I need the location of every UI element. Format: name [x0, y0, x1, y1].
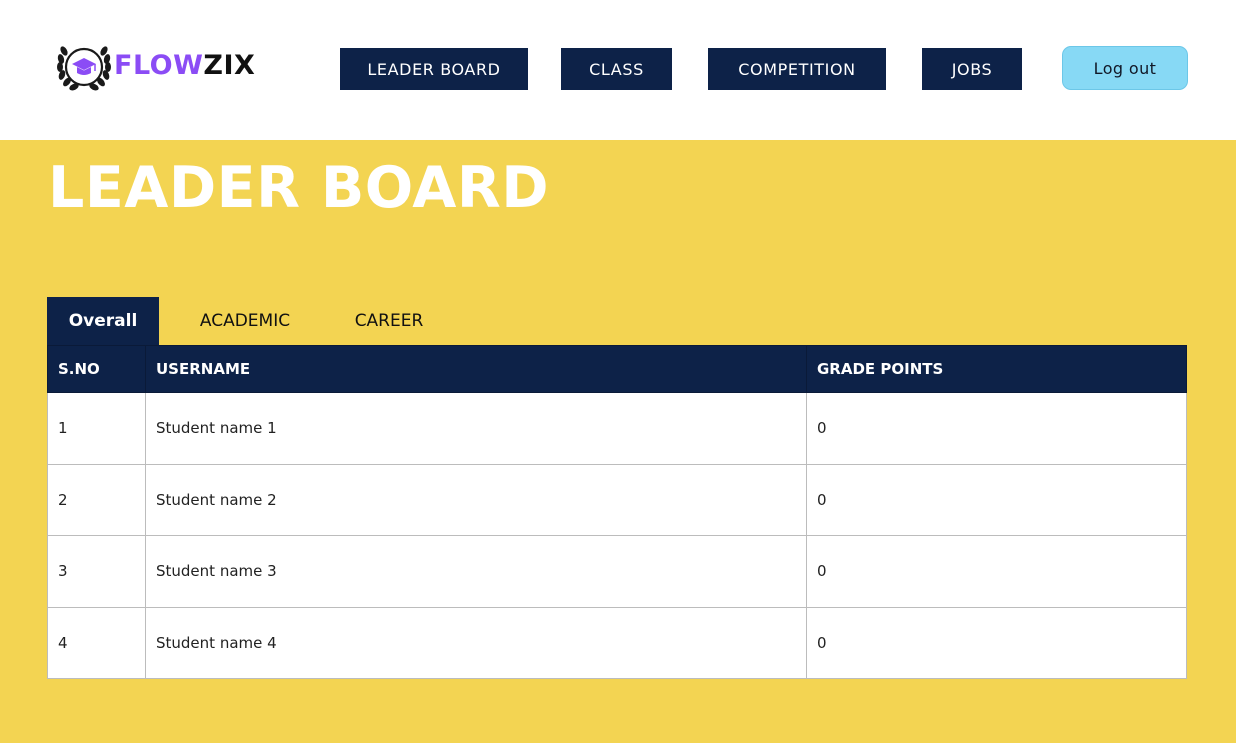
- cell-sno: 3: [47, 535, 146, 608]
- graduation-cap-laurel-icon: [57, 46, 111, 91]
- top-header: FLOWZIX LEADER BOARD CLASS COMPETITION J…: [0, 0, 1236, 140]
- table-row[interactable]: 1 Student name 1 0: [47, 392, 1187, 465]
- cell-grade-points: 0: [806, 463, 1187, 536]
- cell-username: Student name 2: [145, 463, 807, 536]
- tab-academic[interactable]: ACADEMIC: [187, 297, 303, 345]
- tab-career[interactable]: CAREER: [339, 297, 439, 345]
- cell-grade-points: 0: [806, 535, 1187, 608]
- cell-sno: 2: [47, 463, 146, 536]
- brand-logo[interactable]: FLOWZIX: [56, 38, 255, 92]
- nav-competition-button[interactable]: COMPETITION: [708, 48, 886, 90]
- page-title: LEADER BOARD: [48, 155, 550, 221]
- table-header-row: S.NO USERNAME GRADE POINTS: [47, 345, 1187, 393]
- brand-wordmark-part2: ZIX: [203, 49, 256, 81]
- cell-grade-points: 0: [806, 606, 1187, 679]
- nav-class-button[interactable]: CLASS: [561, 48, 672, 90]
- column-header-sno[interactable]: S.NO: [47, 345, 146, 393]
- cell-grade-points: 0: [806, 392, 1187, 465]
- tab-overall[interactable]: Overall: [47, 297, 159, 345]
- brand-wordmark-part1: FLOW: [114, 49, 204, 81]
- cell-username: Student name 1: [145, 392, 807, 465]
- table-row[interactable]: 3 Student name 3 0: [47, 535, 1187, 608]
- nav-jobs-button[interactable]: JOBS: [922, 48, 1022, 90]
- nav-leader-board-button[interactable]: LEADER BOARD: [340, 48, 528, 90]
- column-header-grade-points[interactable]: GRADE POINTS: [806, 345, 1187, 393]
- table-row[interactable]: 4 Student name 4 0: [47, 606, 1187, 679]
- cell-sno: 4: [47, 606, 146, 679]
- cell-username: Student name 3: [145, 535, 807, 608]
- brand-wordmark: FLOWZIX: [114, 52, 255, 79]
- column-header-username[interactable]: USERNAME: [145, 345, 807, 393]
- logout-button[interactable]: Log out: [1062, 46, 1188, 90]
- leaderboard-table: S.NO USERNAME GRADE POINTS 1 Student nam…: [47, 345, 1187, 679]
- cell-username: Student name 4: [145, 606, 807, 679]
- table-row[interactable]: 2 Student name 2 0: [47, 463, 1187, 536]
- cell-sno: 1: [47, 392, 146, 465]
